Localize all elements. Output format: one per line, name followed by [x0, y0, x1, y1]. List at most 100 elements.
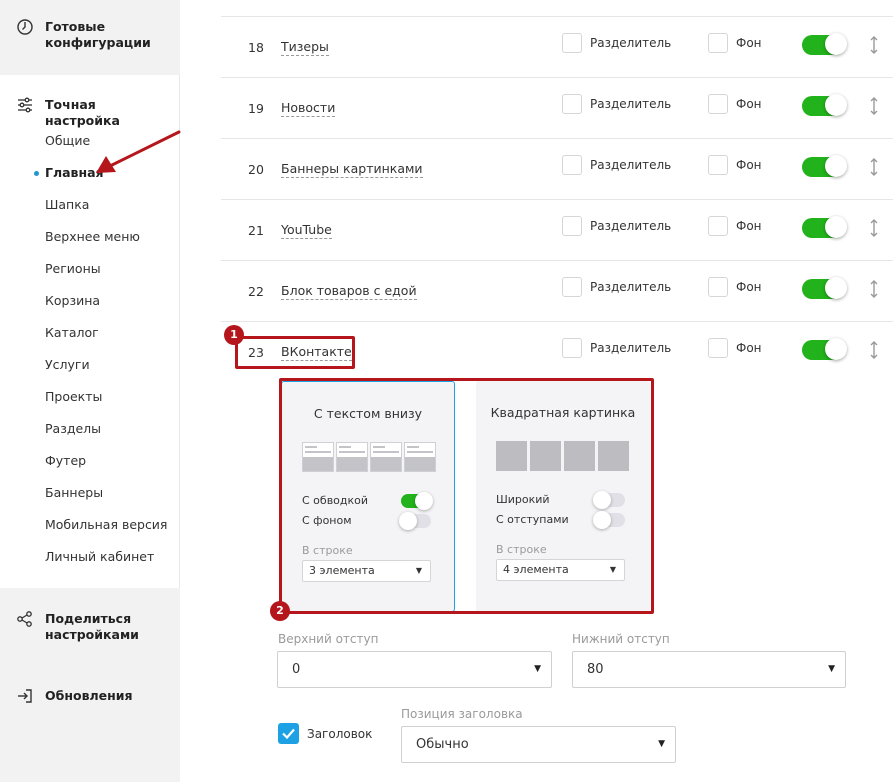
heading-position-label: Позиция заголовка	[401, 707, 523, 721]
list-row-21: 21 YouTube Разделитель Фон	[221, 200, 893, 261]
row-title[interactable]: Баннеры картинками	[281, 161, 423, 178]
drag-handle-icon[interactable]	[869, 36, 879, 54]
background-checkbox[interactable]	[708, 216, 728, 236]
divider-label: Разделитель	[590, 158, 672, 172]
login-icon	[18, 689, 32, 703]
bottom-padding-value: 80	[587, 662, 604, 677]
background-checkbox[interactable]	[708, 33, 728, 53]
toggle-knob	[825, 155, 847, 177]
share-icon	[17, 611, 32, 627]
annotation-box-2	[279, 378, 654, 614]
list-row-18: 18 Тизеры Разделитель Фон	[221, 17, 893, 78]
visibility-toggle[interactable]	[802, 94, 847, 116]
visibility-toggle[interactable]	[802, 155, 847, 177]
drag-handle-icon[interactable]	[869, 219, 879, 237]
annotation-badge-1: 1	[224, 325, 244, 345]
divider-label: Разделитель	[590, 341, 672, 355]
background-checkbox[interactable]	[708, 277, 728, 297]
divider-label: Разделитель	[590, 36, 672, 50]
sidebar-item-footer[interactable]: Футер	[45, 453, 86, 469]
row-number: 22	[248, 284, 264, 299]
background-label: Фон	[736, 280, 762, 294]
divider-checkbox[interactable]	[562, 338, 582, 358]
sidebar-bottom-block: Поделиться настройками Обновления	[0, 588, 180, 782]
divider-checkbox[interactable]	[562, 94, 582, 114]
sidebar-item-projects[interactable]: Проекты	[45, 389, 102, 405]
chevron-down-icon: ▼	[828, 664, 835, 674]
row-number: 19	[248, 101, 264, 116]
row-divider-top	[221, 0, 893, 17]
sidebar-share-label[interactable]: Поделиться настройками	[45, 611, 170, 643]
annotation-arrow-icon	[96, 130, 181, 173]
row-number: 20	[248, 162, 264, 177]
bottom-padding-select[interactable]: 80 ▼	[572, 651, 846, 688]
background-label: Фон	[736, 219, 762, 233]
row-title[interactable]: Блок товаров с едой	[281, 283, 417, 300]
bottom-padding-label: Нижний отступ	[572, 632, 670, 646]
annotation-badge-2: 2	[270, 601, 290, 621]
sidebar-item-top-menu[interactable]: Верхнее меню	[45, 229, 140, 245]
background-checkbox[interactable]	[708, 94, 728, 114]
visibility-toggle[interactable]	[802, 277, 847, 299]
toggle-knob	[825, 277, 847, 299]
toggle-knob	[825, 216, 847, 238]
sidebar-updates-label[interactable]: Обновления	[45, 688, 170, 704]
top-padding-value: 0	[292, 662, 301, 677]
sliders-icon	[18, 97, 32, 113]
row-title[interactable]: YouTube	[281, 222, 332, 239]
visibility-toggle[interactable]	[802, 33, 847, 55]
heading-position-value: Обычно	[416, 737, 469, 752]
background-checkbox[interactable]	[708, 155, 728, 175]
drag-handle-icon[interactable]	[869, 341, 879, 359]
background-label: Фон	[736, 36, 762, 50]
list-row-19: 19 Новости Разделитель Фон	[221, 78, 893, 139]
top-padding-select[interactable]: 0 ▼	[277, 651, 552, 688]
check-icon	[282, 728, 295, 740]
drag-handle-icon[interactable]	[869, 97, 879, 115]
visibility-toggle[interactable]	[802, 338, 847, 360]
visibility-toggle[interactable]	[802, 216, 847, 238]
sidebar-item-banners[interactable]: Баннеры	[45, 485, 103, 501]
toggle-knob	[825, 338, 847, 360]
background-label: Фон	[736, 158, 762, 172]
heading-position-select[interactable]: Обычно ▼	[401, 726, 676, 763]
sidebar-item-catalog[interactable]: Каталог	[45, 325, 99, 341]
chevron-down-icon: ▼	[534, 664, 541, 674]
row-title[interactable]: Новости	[281, 100, 336, 117]
sidebar-ready-configs-label: Готовые конфигурации	[45, 19, 151, 50]
row-number: 18	[248, 40, 264, 55]
background-label: Фон	[736, 341, 762, 355]
list-row-20: 20 Баннеры картинками Разделитель Фон	[221, 139, 893, 200]
divider-checkbox[interactable]	[562, 216, 582, 236]
palette-icon	[17, 19, 33, 35]
sidebar-section-ready-configs[interactable]: Готовые конфигурации	[0, 0, 180, 75]
heading-checkbox[interactable]	[278, 723, 299, 744]
main-panel: 18 Тизеры Разделитель Фон 19 Новости Раз…	[221, 0, 893, 782]
divider-label: Разделитель	[590, 219, 672, 233]
row-title[interactable]: Тизеры	[281, 39, 329, 56]
drag-handle-icon[interactable]	[869, 280, 879, 298]
active-indicator-dot	[34, 171, 39, 176]
sidebar-item-account[interactable]: Личный кабинет	[45, 549, 154, 565]
drag-handle-icon[interactable]	[869, 158, 879, 176]
list-row-22: 22 Блок товаров с едой Разделитель Фон	[221, 261, 893, 322]
sidebar-item-services[interactable]: Услуги	[45, 357, 90, 373]
divider-label: Разделитель	[590, 97, 672, 111]
sidebar-item-general[interactable]: Общие	[45, 133, 90, 149]
heading-checkbox-label: Заголовок	[307, 727, 373, 741]
background-checkbox[interactable]	[708, 338, 728, 358]
divider-checkbox[interactable]	[562, 155, 582, 175]
sidebar-item-mobile[interactable]: Мобильная версия	[45, 517, 167, 533]
sidebar-item-header[interactable]: Шапка	[45, 197, 89, 213]
toggle-knob	[825, 94, 847, 116]
divider-label: Разделитель	[590, 280, 672, 294]
sidebar-item-sections[interactable]: Разделы	[45, 421, 101, 437]
row-number: 21	[248, 223, 264, 238]
sidebar-fine-tuning-label[interactable]: Точная настройка	[45, 97, 170, 129]
toggle-knob	[825, 33, 847, 55]
sidebar: Готовые конфигурации Точная настройка Об…	[0, 0, 181, 782]
sidebar-item-cart[interactable]: Корзина	[45, 293, 100, 309]
divider-checkbox[interactable]	[562, 277, 582, 297]
sidebar-item-regions[interactable]: Регионы	[45, 261, 101, 277]
divider-checkbox[interactable]	[562, 33, 582, 53]
